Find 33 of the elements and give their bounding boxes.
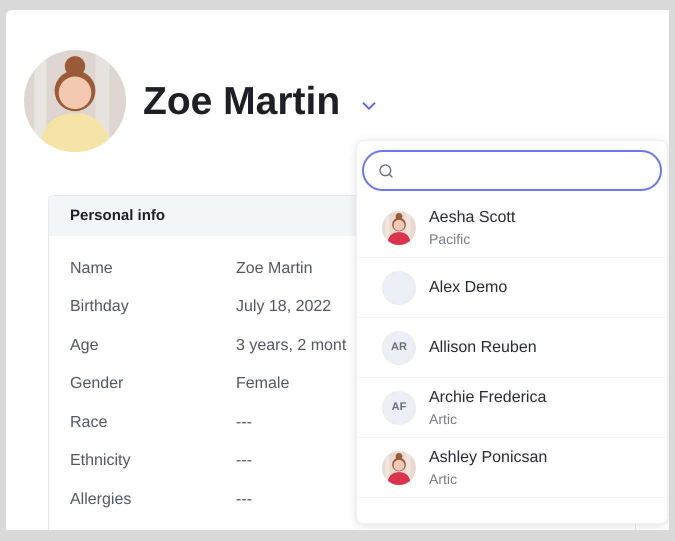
search-field[interactable] [362, 150, 662, 191]
field-value: July 18, 2022 [236, 297, 332, 317]
card-title: Personal info [70, 206, 166, 226]
person-option[interactable]: Alex Demo [357, 258, 667, 318]
field-label: Birthday [70, 297, 130, 317]
profile-name: Zoe Martin [143, 82, 340, 120]
field-label: Age [70, 336, 100, 356]
field-value: 3 years, 2 mont [236, 336, 346, 356]
person-option[interactable]: Ashley Ponicsan Artic [357, 438, 667, 498]
field-value: Female [236, 374, 290, 394]
field-label: Allergies [70, 490, 132, 510]
field-value: --- [236, 490, 252, 510]
field-label: Gender [70, 374, 124, 394]
person-name: Archie Frederica [429, 388, 546, 408]
person-region: Pacific [429, 230, 472, 248]
field-value: Zoe Martin [236, 258, 312, 278]
field-label: Name [70, 258, 114, 278]
person-name: Ashley Ponicsan [429, 448, 548, 468]
field-value: --- [236, 451, 252, 471]
field-label: Ethnicity [70, 451, 132, 471]
avatar-initials: AF [382, 390, 416, 424]
person-name: Allison Reuben [429, 338, 537, 358]
field-value: --- [236, 412, 252, 432]
person-name: Aesha Scott [429, 208, 516, 228]
person-name: Alex Demo [429, 278, 508, 298]
avatar-initials: AR [382, 330, 416, 364]
person-region: Artic [429, 410, 458, 428]
field-label: Race [70, 412, 108, 432]
person-option[interactable]: Aesha Scott Pacific [357, 198, 667, 258]
person-region: Artic [429, 470, 458, 488]
person-option[interactable]: AF Archie Frederica Artic [357, 378, 667, 438]
person-option[interactable]: AR Allison Reuben [357, 318, 667, 378]
search-icon [378, 162, 394, 178]
